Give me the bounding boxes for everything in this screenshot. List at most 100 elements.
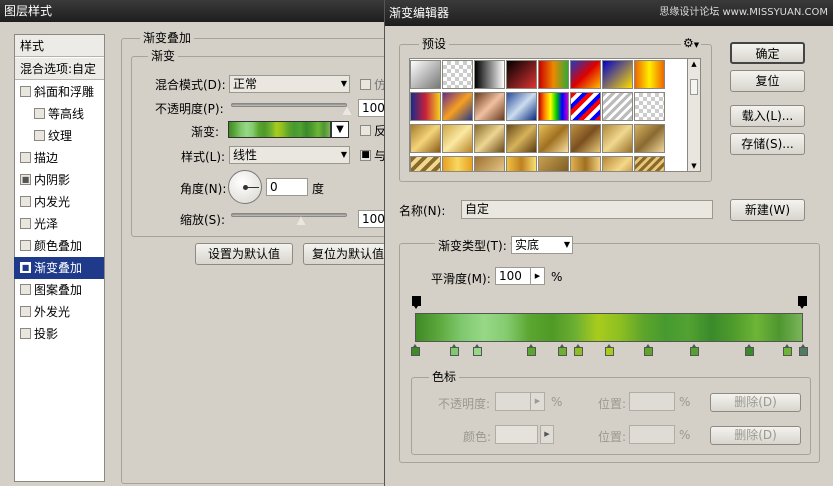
sidebar-item[interactable]: ■ 内阴影 [14,169,104,191]
load-button[interactable]: 载入(L)... [730,105,805,127]
sidebar-item[interactable]: 投影 [14,323,104,345]
sidebar-item[interactable]: 纹理 [14,125,104,147]
preset-swatch[interactable] [474,124,505,153]
smoothness-input[interactable]: 100 ▶ [495,267,545,285]
preset-swatch[interactable] [410,156,441,171]
sidebar-item-checkbox[interactable] [20,218,31,229]
reset-default-button[interactable]: 复位为默认值 [303,243,393,265]
angle-dial[interactable] [228,170,262,204]
sidebar-item-checkbox[interactable] [20,328,31,339]
scroll-down-icon[interactable]: ▼ [688,161,700,171]
preset-swatch[interactable] [474,156,505,171]
color-stop[interactable] [799,344,808,356]
stop-color-picker-button[interactable]: ▶ [540,425,554,444]
color-stop[interactable] [643,344,653,356]
opacity-slider-thumb[interactable] [342,106,352,115]
scroll-up-icon[interactable]: ▲ [688,59,700,69]
sidebar-header[interactable]: 样式 [15,35,104,57]
preset-swatch[interactable] [538,124,569,153]
preset-swatch[interactable] [474,60,505,89]
sidebar-item[interactable]: ■ 渐变叠加 [14,257,104,279]
style-select[interactable]: 线性 ▼ [229,146,350,164]
color-stop[interactable] [573,344,583,356]
preset-swatch[interactable] [538,60,569,89]
preset-swatch[interactable] [634,60,665,89]
presets-scrollbar[interactable]: ▲ ▼ [687,58,701,172]
angle-input[interactable]: 0 [266,178,308,196]
sidebar-item-checkbox[interactable] [20,86,31,97]
preset-swatch[interactable] [570,156,601,171]
dither-checkbox[interactable] [360,79,371,90]
opacity-slider[interactable] [231,101,352,115]
preset-swatch[interactable] [506,60,537,89]
stop-opacity-location-input[interactable] [629,392,675,411]
stop-opacity-delete-button[interactable]: 删除(D) [710,393,801,412]
sidebar-item-checkbox[interactable] [20,240,31,251]
preset-swatch[interactable] [634,92,665,121]
color-stop[interactable] [558,344,568,356]
name-input[interactable]: 自定 [461,200,713,219]
sidebar-item[interactable]: 颜色叠加 [14,235,104,257]
preset-swatch[interactable] [538,92,569,121]
reset-button[interactable]: 复位 [730,70,805,92]
preset-swatch[interactable] [474,92,505,121]
preset-swatch[interactable] [442,92,473,121]
sidebar-item-checkbox[interactable] [20,306,31,317]
stop-color-location-input[interactable] [629,425,675,444]
preset-swatch[interactable] [506,92,537,121]
preset-swatch[interactable] [602,124,633,153]
scrollbar-thumb[interactable] [690,79,698,95]
save-button[interactable]: 存储(S)... [730,133,805,155]
sidebar-item-checkbox[interactable]: ■ [20,174,31,185]
sidebar-item[interactable]: 光泽 [14,213,104,235]
gradient-swatch[interactable] [228,121,331,138]
preset-swatch[interactable] [634,156,665,171]
reverse-checkbox[interactable] [360,125,371,136]
sidebar-item[interactable]: 图案叠加 [14,279,104,301]
sidebar-item[interactable]: 外发光 [14,301,104,323]
chevron-right-icon[interactable]: ▶ [530,268,544,284]
sidebar-item[interactable]: 内发光 [14,191,104,213]
preset-swatch[interactable] [570,60,601,89]
color-stop[interactable] [690,344,700,356]
opacity-stop-right[interactable] [798,296,807,310]
set-default-button[interactable]: 设置为默认值 [195,243,293,265]
preset-swatch[interactable] [506,156,537,171]
gradient-bar[interactable] [415,313,803,342]
gradient-type-select[interactable]: 实底 ▼ [511,236,573,254]
opacity-stop-left[interactable] [412,296,421,310]
preset-swatch[interactable] [602,92,633,121]
preset-swatch[interactable] [410,92,441,121]
preset-swatch[interactable] [602,156,633,171]
color-stop[interactable] [527,344,537,356]
preset-swatch[interactable] [410,60,441,89]
stop-opacity-input[interactable]: ▶ [495,392,545,411]
gradient-picker-button[interactable]: ▼ [331,121,349,138]
new-button[interactable]: 新建(W) [730,199,805,221]
sidebar-item[interactable]: 斜面和浮雕 [14,81,104,103]
color-stop[interactable] [783,344,793,356]
color-stop[interactable] [473,344,483,356]
preset-swatch[interactable] [410,124,441,153]
stop-color-swatch[interactable] [495,425,538,444]
gradient-editor-titlebar[interactable]: 渐变编辑器 思缘设计论坛 www.MISSYUAN.COM [385,0,833,26]
scale-slider[interactable] [231,211,347,225]
blend-mode-select[interactable]: 正常 ▼ [229,75,350,93]
sidebar-item[interactable]: 等高线 [14,103,104,125]
preset-swatch[interactable] [602,60,633,89]
sidebar-item-checkbox[interactable] [20,284,31,295]
preset-swatch[interactable] [506,124,537,153]
sidebar-item-checkbox[interactable]: ■ [20,262,31,273]
sidebar-blend-options[interactable]: 混合选项:自定 [15,58,104,80]
align-checkbox[interactable]: ■ [360,150,371,161]
presets-menu-button[interactable]: ⚙▼ [681,36,702,50]
sidebar-item-checkbox[interactable] [34,130,45,141]
preset-swatch[interactable] [634,124,665,153]
color-stop[interactable] [605,344,614,356]
sidebar-item-checkbox[interactable] [20,196,31,207]
preset-swatch[interactable] [570,124,601,153]
color-stop[interactable] [744,344,754,356]
preset-swatch[interactable] [442,124,473,153]
stop-color-delete-button[interactable]: 删除(D) [710,426,801,445]
scale-slider-thumb[interactable] [295,216,306,225]
